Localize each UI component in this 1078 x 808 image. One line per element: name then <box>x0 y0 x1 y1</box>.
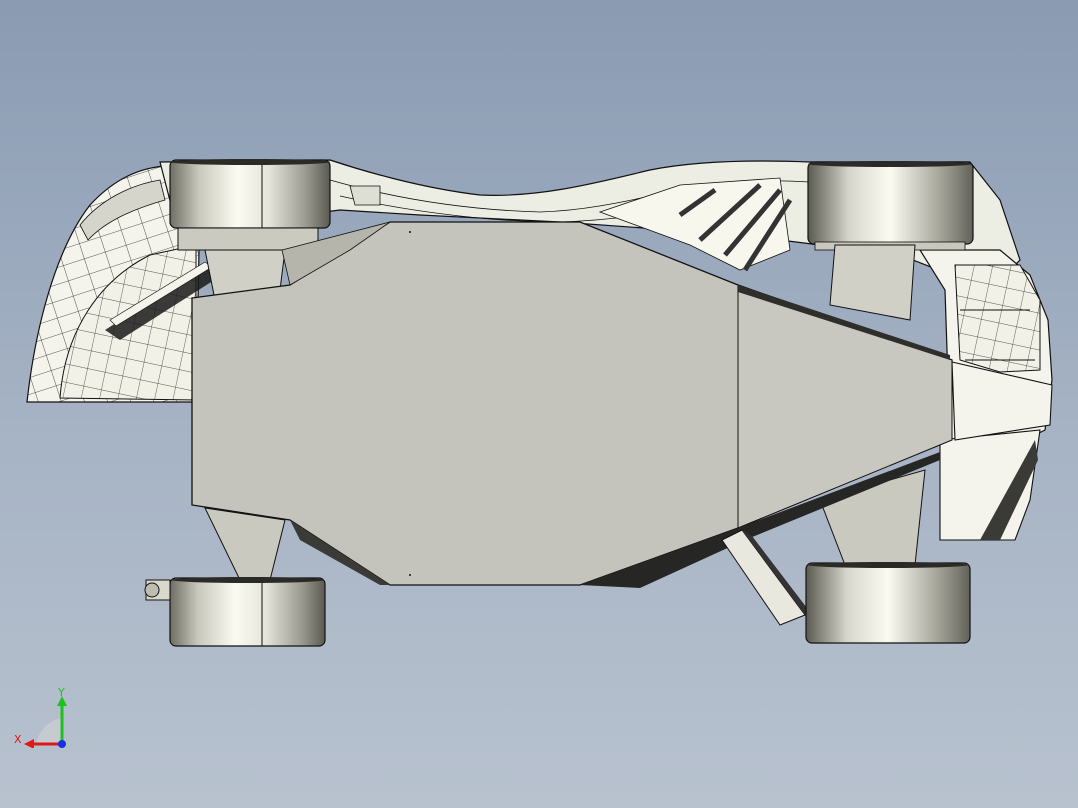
front-wheel-top <box>807 161 974 251</box>
car-model-3d-view[interactable] <box>0 0 1078 808</box>
chassis-floor-panel[interactable] <box>191 221 1053 588</box>
x-axis-arrow-icon <box>24 739 34 748</box>
front-wheel-bottom <box>805 562 971 644</box>
rear-wheel-bottom <box>144 577 326 647</box>
rear-wheel-top <box>169 159 331 251</box>
underbody-flap <box>721 529 810 626</box>
x-axis-label: X <box>14 733 22 746</box>
axis-triad: Y X <box>14 686 67 748</box>
y-axis-label: Y <box>57 686 65 699</box>
triad-plane-shading <box>36 718 62 744</box>
graphics-viewport[interactable]: Y X <box>0 0 1078 808</box>
z-axis-dot-icon <box>58 740 66 748</box>
